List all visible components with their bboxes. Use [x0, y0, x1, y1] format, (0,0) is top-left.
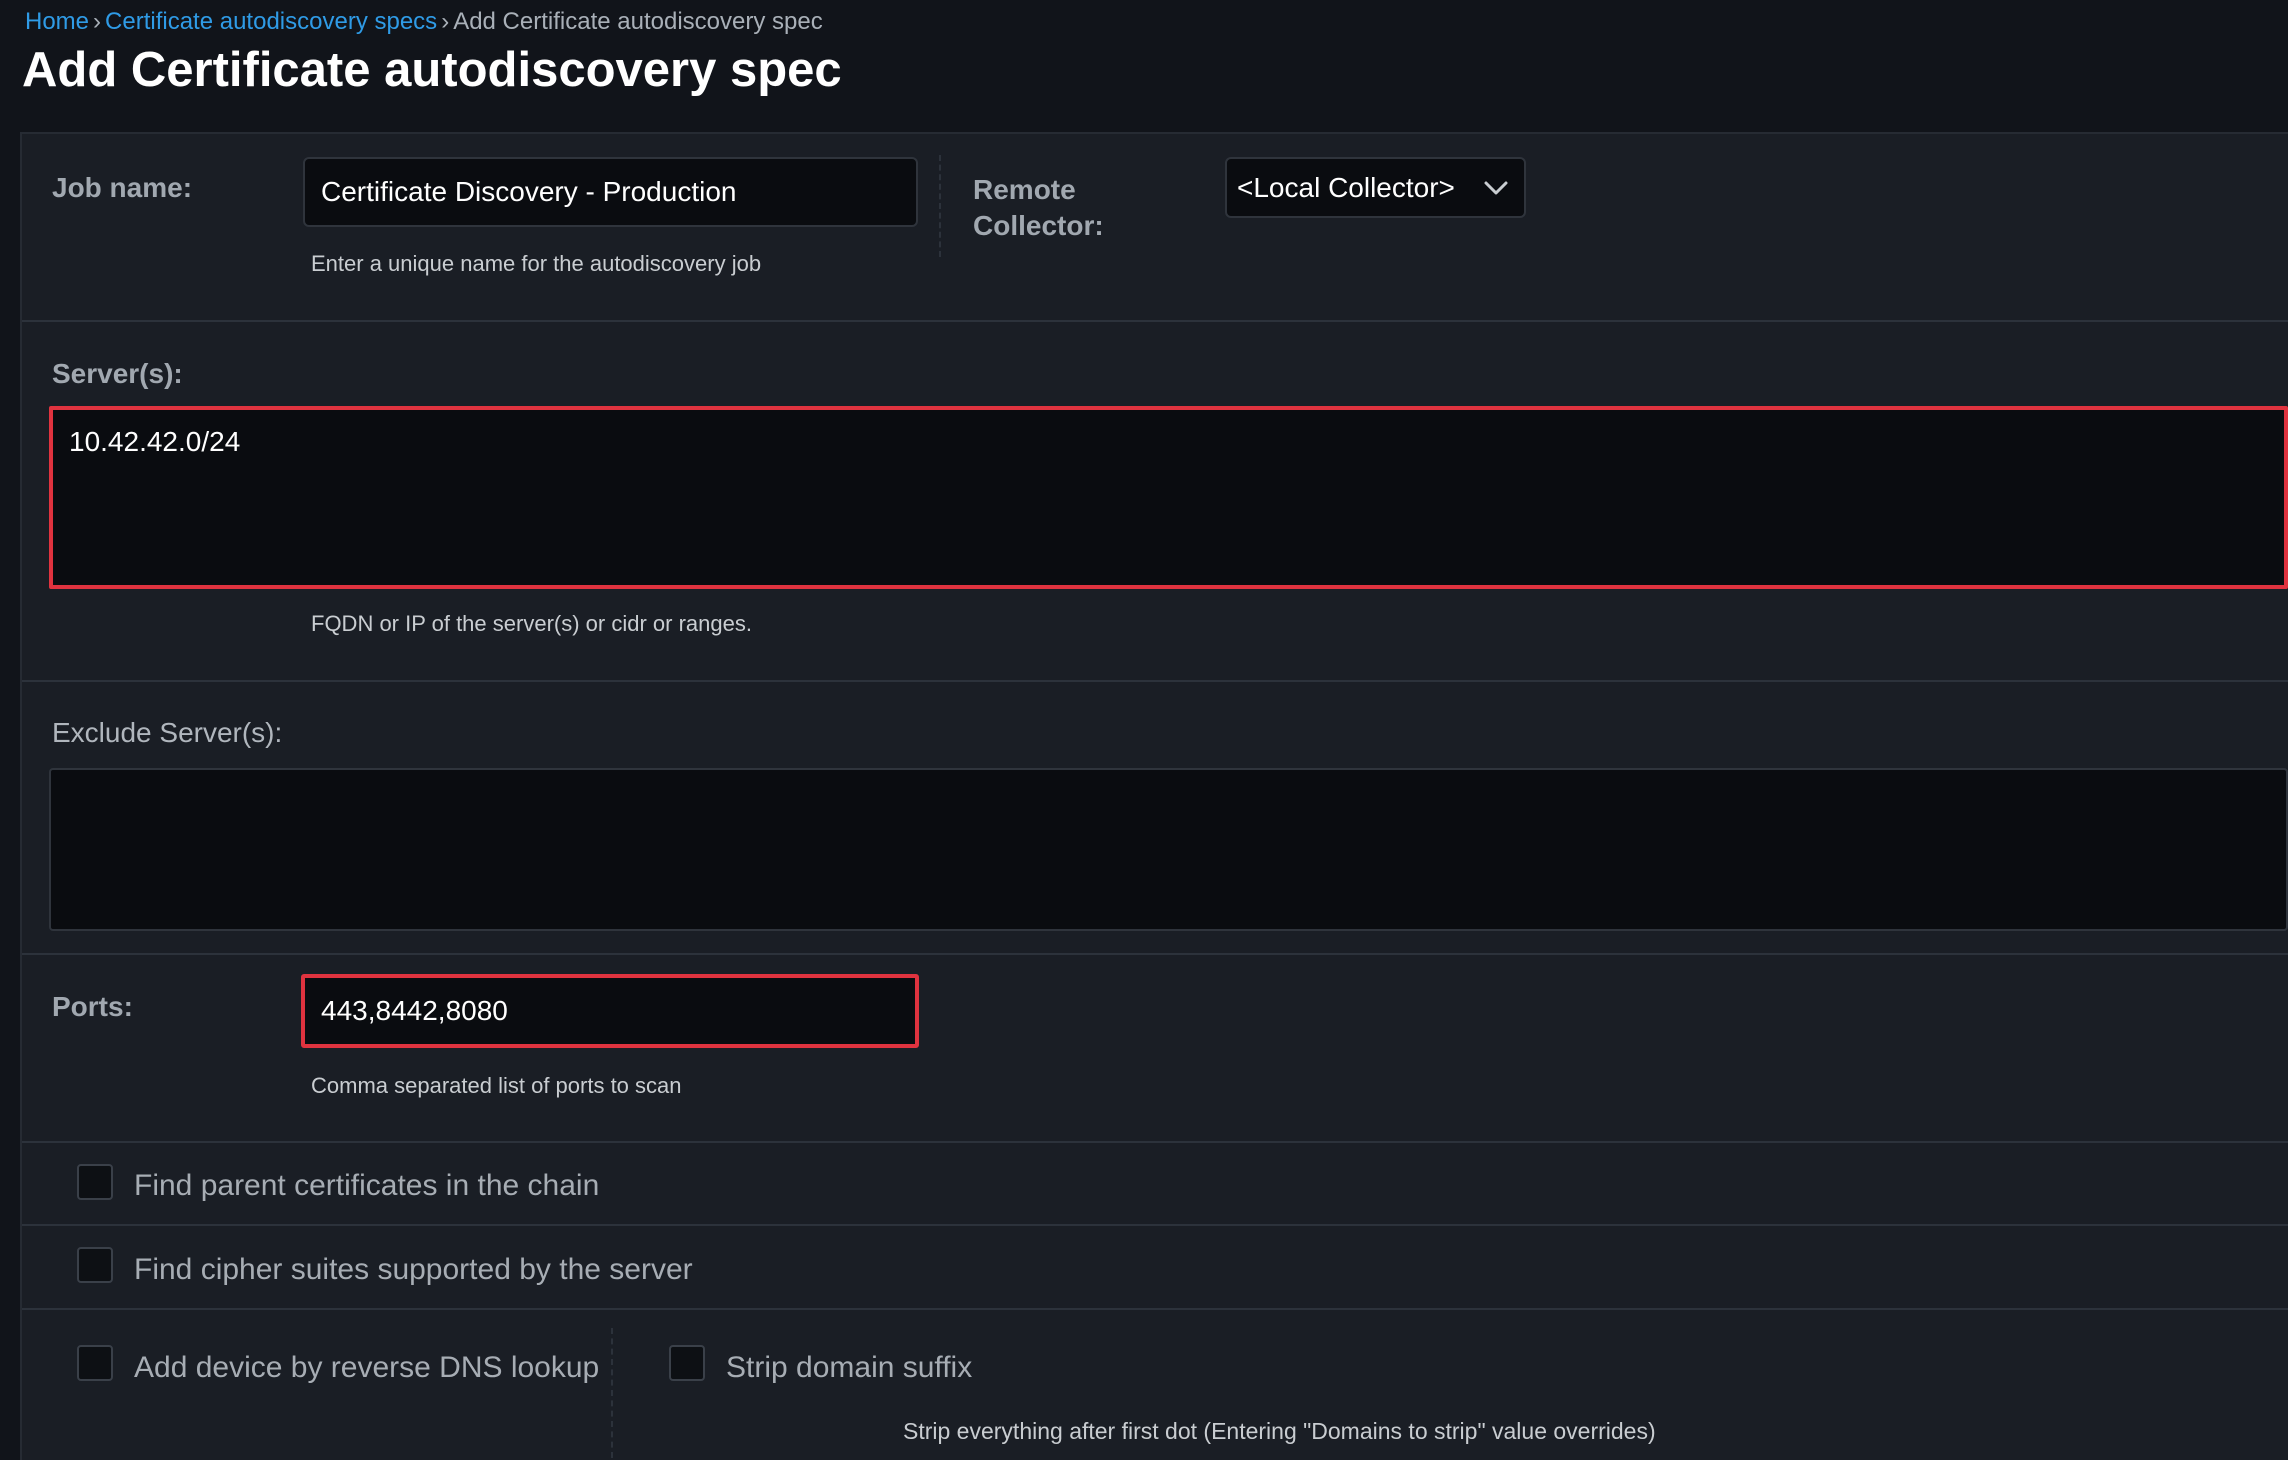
servers-textarea[interactable]: 10.42.42.0/24 — [49, 406, 2288, 589]
remote-collector-label-line1: Remote — [973, 174, 1076, 205]
remote-collector-selected: <Local Collector> — [1237, 171, 1455, 203]
breadcrumb-specs-link[interactable]: Certificate autodiscovery specs — [105, 8, 437, 35]
section-divider — [22, 1308, 2288, 1310]
breadcrumb-current: Add Certificate autodiscovery spec — [453, 8, 823, 35]
exclude-servers-textarea[interactable] — [49, 768, 2288, 931]
remote-collector-select[interactable]: <Local Collector> — [1225, 157, 1526, 218]
options-separator — [611, 1328, 613, 1458]
remote-collector-label-line2: Collector: — [973, 210, 1104, 241]
job-name-help: Enter a unique name for the autodiscover… — [311, 251, 762, 276]
strip-domain-checkbox[interactable] — [669, 1345, 705, 1381]
servers-value: 10.42.42.0/24 — [69, 426, 241, 457]
breadcrumb-separator: › — [93, 8, 102, 35]
find-cipher-checkbox[interactable] — [77, 1247, 113, 1283]
find-parent-label[interactable]: Find parent certificates in the chain — [134, 1169, 599, 1203]
reverse-dns-checkbox[interactable] — [77, 1345, 113, 1381]
section-divider — [22, 320, 2288, 322]
remote-collector-label: Remote Collector: — [973, 172, 1104, 244]
job-name-input[interactable]: Certificate Discovery - Production — [303, 157, 918, 227]
servers-help: FQDN or IP of the server(s) or cidr or r… — [311, 611, 752, 636]
ports-label: Ports: — [52, 991, 133, 1022]
section-divider — [22, 1141, 2288, 1143]
ports-value: 443,8442,8080 — [321, 995, 508, 1026]
ports-help: Comma separated list of ports to scan — [311, 1073, 682, 1098]
breadcrumb-home-link[interactable]: Home — [25, 8, 89, 35]
reverse-dns-label[interactable]: Add device by reverse DNS lookup — [134, 1351, 599, 1385]
section-divider — [22, 953, 2288, 955]
exclude-servers-label: Exclude Server(s): — [52, 717, 283, 748]
servers-label: Server(s): — [52, 358, 183, 389]
job-name-label: Job name: — [52, 172, 193, 203]
ports-input[interactable]: 443,8442,8080 — [301, 974, 919, 1048]
breadcrumb: Home › Certificate autodiscovery specs › Add… — [25, 8, 823, 36]
strip-domain-help: Strip everything after first dot (Enteri… — [903, 1418, 1656, 1444]
chevron-down-icon — [1484, 180, 1508, 196]
page-title: Add Certificate autodiscovery spec — [22, 43, 842, 97]
section-divider — [22, 1224, 2288, 1226]
find-parent-checkbox[interactable] — [77, 1164, 113, 1200]
job-name-separator — [939, 155, 941, 257]
strip-domain-label[interactable]: Strip domain suffix — [726, 1351, 972, 1385]
job-name-value: Certificate Discovery - Production — [321, 176, 737, 207]
breadcrumb-separator: › — [441, 8, 450, 35]
find-cipher-label[interactable]: Find cipher suites supported by the serv… — [134, 1253, 693, 1287]
section-divider — [22, 680, 2288, 682]
